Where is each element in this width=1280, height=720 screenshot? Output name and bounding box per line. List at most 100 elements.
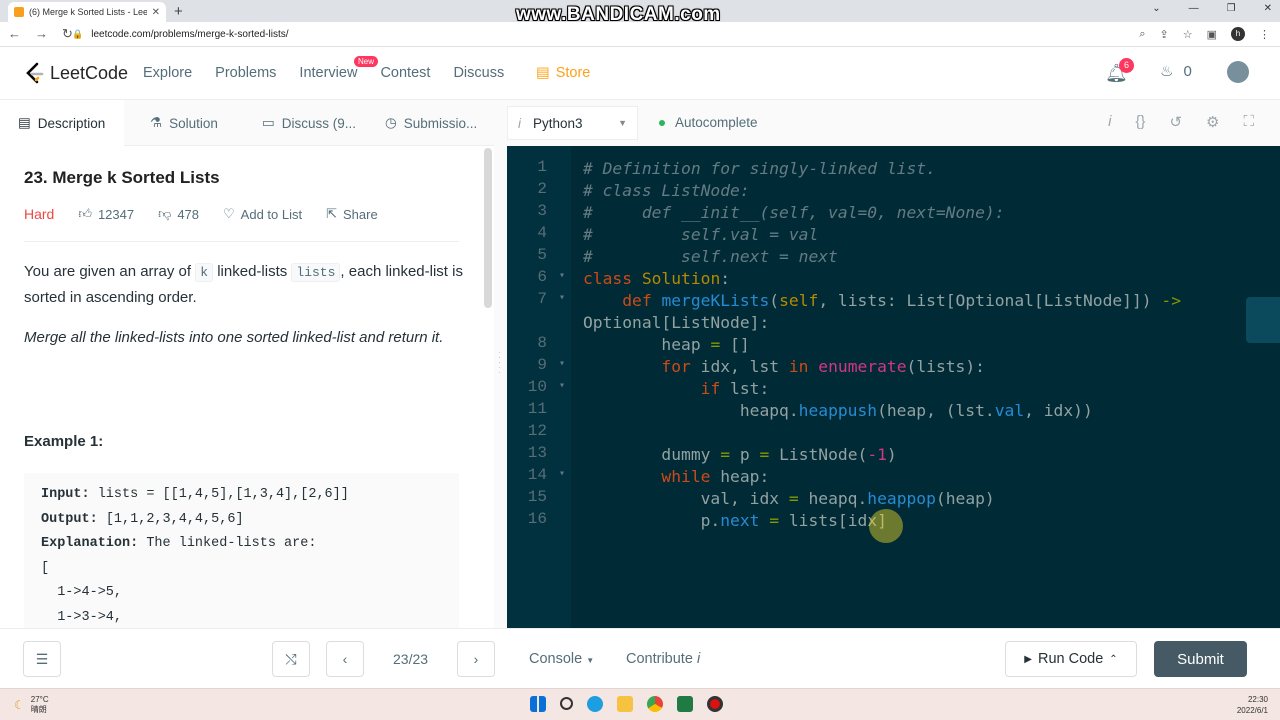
share-button[interactable]: ⇱ Share — [326, 206, 378, 222]
mouse-cursor-highlight — [869, 509, 903, 543]
tab-submissions[interactable]: ◷ Submissio... — [385, 100, 477, 146]
edge-icon[interactable] — [587, 696, 603, 712]
tab-search-icon[interactable]: ⌄ — [1152, 3, 1160, 14]
zoom-icon[interactable]: ⌕ — [1139, 28, 1145, 41]
nav-store[interactable]: ▤ Store — [536, 65, 590, 81]
maximize-icon[interactable]: ❐ — [1227, 3, 1236, 14]
code-line[interactable]: while heap: — [583, 466, 1181, 488]
submit-button[interactable]: Submit — [1154, 641, 1247, 677]
random-problem-button[interactable]: ⤭ — [272, 641, 310, 677]
user-avatar[interactable] — [1227, 61, 1249, 83]
code-line[interactable]: # self.next = next — [583, 246, 1181, 268]
browser-nav-buttons: ← → ↻ — [8, 26, 73, 42]
fullscreen-icon[interactable]: ⛶ — [1243, 113, 1254, 131]
code-line[interactable]: if lst: — [583, 378, 1181, 400]
browser-tab[interactable]: (6) Merge k Sorted Lists - Leet ✕ — [8, 2, 166, 22]
example-line: Explanation: The linked-lists are: — [41, 532, 442, 557]
line-number: 12 — [527, 422, 547, 440]
excel-icon[interactable] — [677, 696, 693, 712]
inline-code-k: k — [195, 263, 214, 282]
code-lines[interactable]: # Definition for singly-linked list. # cl… — [583, 158, 1181, 532]
record-icon[interactable] — [707, 696, 723, 712]
tab-description[interactable]: ▤ Description — [0, 100, 124, 146]
code-line[interactable]: # class ListNode: — [583, 180, 1181, 202]
tab-solution[interactable]: ⚗ Solution — [150, 100, 218, 146]
settings-icon[interactable]: ⚙ — [1206, 113, 1219, 131]
bookmark-star-icon[interactable]: ☆ — [1183, 28, 1193, 41]
code-line[interactable]: for idx, lst in enumerate(lists): — [583, 356, 1181, 378]
contribute-link[interactable]: Contribute i — [626, 651, 700, 667]
coins[interactable]: ♨ 0 — [1160, 62, 1192, 81]
code-line[interactable]: dummy = p = ListNode(-1) — [583, 444, 1181, 466]
run-code-button[interactable]: ▶ Run Code ⌃ — [1005, 641, 1137, 677]
windows-start-icon[interactable] — [530, 696, 546, 712]
minimize-icon[interactable]: — — [1189, 3, 1199, 14]
autocomplete-toggle[interactable]: Autocomplete — [659, 115, 758, 130]
search-icon[interactable] — [560, 697, 573, 710]
nav-interview[interactable]: Interview — [299, 65, 357, 81]
console-toggle[interactable]: Console ▼ — [529, 651, 594, 667]
code-line[interactable]: # self.val = val — [583, 224, 1181, 246]
leetcode-logo[interactable]: LeetCode — [24, 62, 128, 84]
browser-tab-title: (6) Merge k Sorted Lists - Leet — [29, 7, 147, 17]
store-icon: ▤ — [536, 65, 550, 81]
os-taskbar: ☾ 27°C 晴朗 22:30 2022/6/1 — [0, 688, 1280, 720]
info-icon[interactable]: i — [1108, 113, 1111, 131]
code-editor[interactable]: 1 2 3 4 5 6 7 8 9 10 11 12 13 14 15 16 #… — [507, 146, 1280, 628]
back-icon[interactable]: ← — [8, 26, 21, 42]
line-number: 15 — [527, 488, 547, 506]
line-number: 11 — [527, 400, 547, 418]
close-window-icon[interactable]: ✕ — [1264, 3, 1272, 14]
file-explorer-icon[interactable] — [617, 696, 633, 712]
url-field[interactable]: 🔒 leetcode.com/problems/merge-k-sorted-l… — [72, 25, 289, 44]
line-number[interactable]: 9 — [507, 356, 571, 378]
nav-explore[interactable]: Explore — [143, 65, 192, 81]
nav-discuss[interactable]: Discuss — [453, 65, 504, 81]
line-number[interactable]: 14 — [507, 466, 571, 488]
code-line[interactable]: # Definition for singly-linked list. — [583, 158, 1181, 180]
forward-icon[interactable]: → — [35, 26, 48, 42]
list-icon: ☰ — [35, 650, 49, 667]
code-line[interactable]: heapq.heappush(heap, (lst.val, idx)) — [583, 400, 1181, 422]
add-to-list-button[interactable]: ♡ Add to List — [223, 206, 302, 222]
problem-description: 23. Merge k Sorted Lists Hard 👍︎ 12347 👎… — [0, 146, 486, 628]
system-clock[interactable]: 22:30 2022/6/1 — [1237, 694, 1268, 716]
line-number: 5 — [537, 246, 547, 264]
line-number[interactable]: 10 — [507, 378, 571, 400]
heart-icon: ♡ — [223, 206, 235, 221]
reset-icon[interactable]: ↺ — [1169, 113, 1182, 131]
description-scrollbar[interactable] — [484, 148, 492, 308]
language-select[interactable]: i Python3 ▼ — [507, 106, 638, 140]
next-problem-button[interactable]: › — [457, 641, 495, 677]
browser-menu-icon[interactable]: ⋮ — [1259, 28, 1270, 41]
code-line[interactable]: # def __init__(self, val=0, next=None): — [583, 202, 1181, 224]
problem-list-button[interactable]: ☰ — [23, 641, 61, 677]
prev-problem-button[interactable]: ‹ — [326, 641, 364, 677]
side-panel-tab[interactable] — [1246, 297, 1280, 343]
nav-contest[interactable]: Contest — [380, 65, 430, 81]
code-line[interactable]: heap = [] — [583, 334, 1181, 356]
nav-problems[interactable]: Problems — [215, 65, 276, 81]
profile-avatar[interactable]: h — [1231, 27, 1245, 41]
code-line[interactable]: Optional[ListNode]: — [583, 312, 1181, 334]
braces-icon[interactable]: {} — [1135, 113, 1145, 131]
code-line[interactable] — [583, 422, 1181, 444]
chrome-icon[interactable] — [647, 696, 663, 712]
line-number[interactable]: 7 — [507, 290, 571, 312]
line-number[interactable]: 6 — [507, 268, 571, 290]
close-tab-icon[interactable]: ✕ — [152, 7, 160, 18]
sidebar-icon[interactable]: ▣ — [1207, 28, 1217, 41]
example-box: Input: lists = [[1,4,5],[1,3,4],[2,6]] Ou… — [24, 473, 459, 628]
code-line[interactable]: class Solution: — [583, 268, 1181, 290]
share-label: Share — [343, 206, 378, 222]
flask-icon: ⚗ — [150, 115, 163, 130]
tab-discuss[interactable]: ▭ Discuss (9... — [262, 100, 356, 146]
weather-widget[interactable]: ☾ 27°C 晴朗 — [14, 695, 49, 715]
dislike-count: 478 — [177, 206, 200, 222]
dislike-button[interactable]: 👎︎ 478 — [158, 206, 199, 222]
code-line[interactable]: def mergeKLists(self, lists: List[Option… — [583, 290, 1181, 312]
code-line[interactable]: val, idx = heapq.heappop(heap) — [583, 488, 1181, 510]
new-tab-icon[interactable]: + — [174, 3, 183, 20]
share-page-icon[interactable]: ⇪ — [1160, 28, 1169, 41]
like-button[interactable]: 👍︎ 12347 — [78, 206, 134, 222]
